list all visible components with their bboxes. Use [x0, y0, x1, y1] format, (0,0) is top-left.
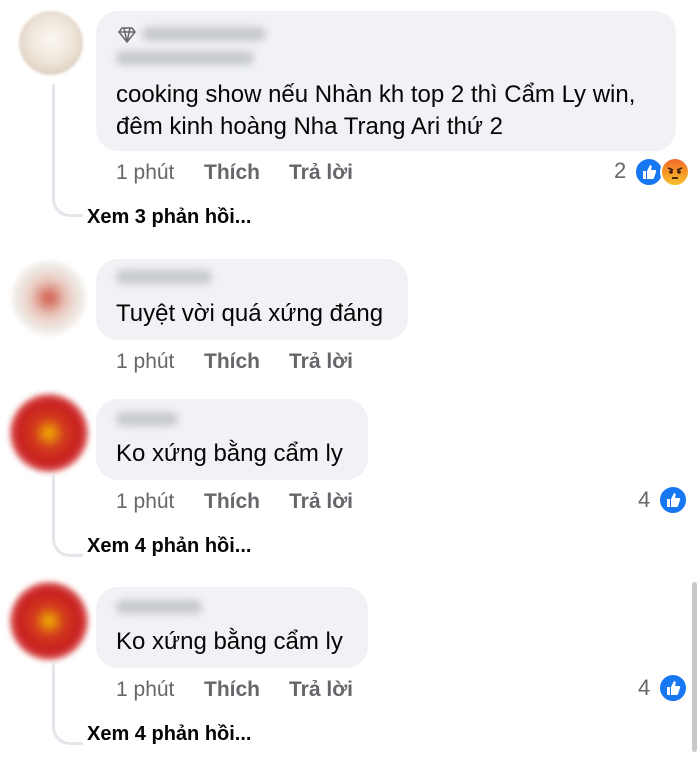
author-name-blurred[interactable] [116, 270, 212, 284]
avatar[interactable] [13, 262, 85, 334]
like-icon[interactable] [658, 485, 688, 515]
scrollbar[interactable] [692, 582, 697, 752]
reply-button[interactable]: Trả lời [289, 161, 353, 185]
avatar[interactable] [10, 394, 88, 472]
angry-icon[interactable] [660, 157, 690, 187]
author-name-blurred[interactable] [116, 51, 254, 65]
reply-button[interactable]: Trả lời [289, 350, 353, 374]
like-button[interactable]: Thích [204, 350, 260, 374]
reply-button[interactable]: Trả lời [289, 490, 353, 514]
avatar[interactable] [19, 11, 83, 75]
thread-line [52, 84, 83, 217]
comment-time[interactable]: 1 phút [116, 161, 174, 185]
comment-time[interactable]: 1 phút [116, 490, 174, 514]
like-icon[interactable] [658, 673, 688, 703]
thread-line [52, 662, 83, 745]
reaction-count[interactable]: 2 [614, 158, 626, 184]
diamond-icon [118, 27, 136, 43]
reply-button[interactable]: Trả lời [289, 678, 353, 702]
thread-line [52, 474, 83, 557]
author-name-blurred[interactable] [142, 27, 266, 41]
comment-time[interactable]: 1 phút [116, 678, 174, 702]
like-button[interactable]: Thích [204, 490, 260, 514]
comment-text: cooking show nếu Nhàn kh top 2 thì Cẩm L… [116, 81, 636, 108]
comment-time[interactable]: 1 phút [116, 350, 174, 374]
view-replies-link[interactable]: Xem 3 phản hồi... [87, 206, 251, 229]
comment-text: Tuyệt vời quá xứng đáng [116, 300, 384, 327]
comment-text: Ko xứng bằng cẩm ly [116, 628, 343, 655]
view-replies-link[interactable]: Xem 4 phản hồi... [87, 535, 251, 558]
reaction-count[interactable]: 4 [638, 675, 650, 701]
avatar[interactable] [10, 582, 88, 660]
view-replies-link[interactable]: Xem 4 phản hồi... [87, 723, 251, 746]
like-button[interactable]: Thích [204, 678, 260, 702]
comment-text: Ko xứng bằng cẩm ly [116, 440, 343, 467]
comment-text: đêm kinh hoàng Nha Trang Ari thứ 2 [116, 113, 503, 140]
reaction-count[interactable]: 4 [638, 487, 650, 513]
author-name-blurred[interactable] [116, 412, 178, 426]
like-button[interactable]: Thích [204, 161, 260, 185]
author-name-blurred[interactable] [116, 600, 202, 614]
